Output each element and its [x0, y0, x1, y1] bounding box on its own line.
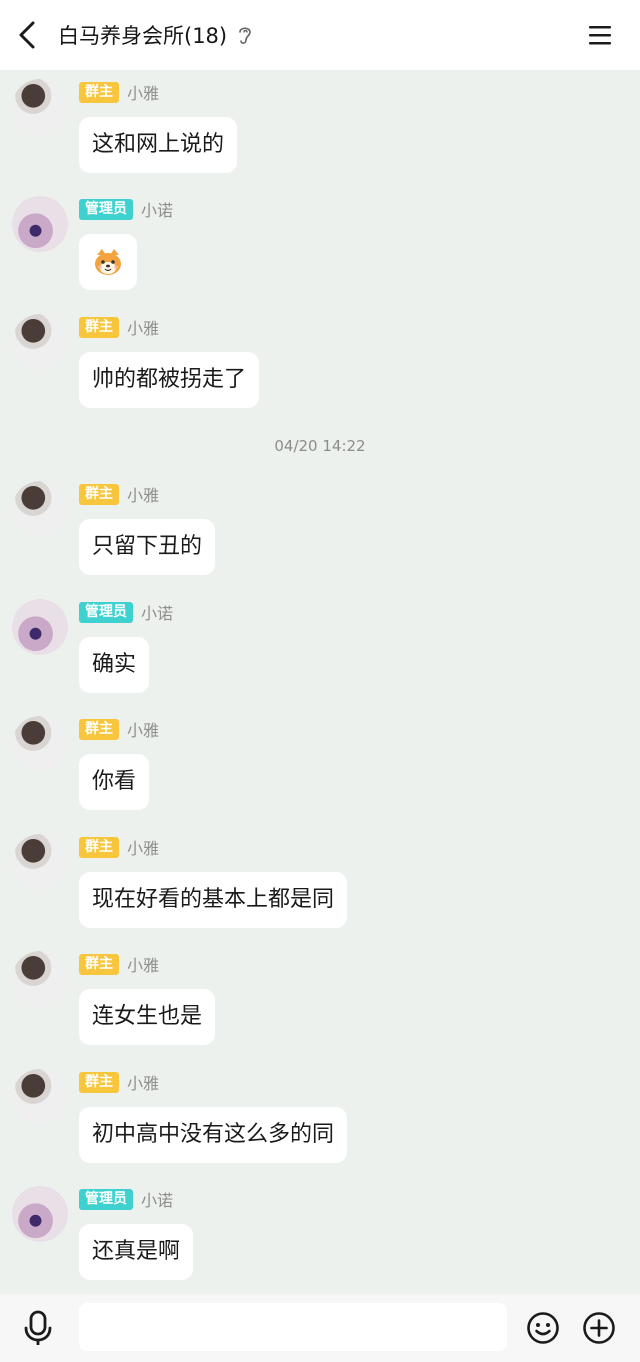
time-divider: 04/20 14:22	[274, 437, 366, 455]
group-title: 白马养身会所(18)	[58, 24, 228, 48]
message-bubble[interactable]: 只留下丑的	[79, 519, 216, 575]
message-list[interactable]: 群主 小雅 这和网上说的 管理员 小诺 群主 小雅 帅的都被拐走了 04/20 …	[0, 70, 640, 1294]
sender-meta: 群主 小雅	[79, 835, 159, 859]
sender-meta: 管理员 小诺	[79, 1187, 173, 1211]
input-bar	[0, 1294, 640, 1362]
role-badge: 管理员	[79, 601, 133, 623]
message-bubble[interactable]: 确实	[79, 637, 150, 693]
smiley-icon[interactable]	[526, 1311, 560, 1345]
sender-name: 小雅	[127, 84, 160, 103]
sender-meta: 群主 小雅	[79, 952, 159, 976]
sender-name: 小雅	[127, 319, 160, 338]
role-badge: 群主	[79, 316, 119, 338]
sender-meta: 群主 小雅	[79, 1070, 159, 1094]
message-bubble[interactable]: 现在好看的基本上都是同	[79, 872, 348, 928]
message-bubble[interactable]	[79, 234, 137, 290]
role-badge: 管理员	[79, 198, 133, 220]
sender-name: 小诺	[141, 1191, 174, 1210]
avatar[interactable]	[12, 314, 68, 370]
role-badge: 群主	[79, 483, 119, 505]
message-bubble[interactable]: 还真是啊	[79, 1224, 194, 1280]
avatar[interactable]	[12, 1186, 68, 1242]
sender-name: 小雅	[127, 1074, 160, 1093]
message-bubble[interactable]: 连女生也是	[79, 989, 216, 1045]
message-bubble[interactable]: 初中高中没有这么多的同	[79, 1107, 348, 1163]
avatar[interactable]	[12, 599, 68, 655]
plus-circle-icon[interactable]	[582, 1311, 616, 1345]
sender-meta: 管理员 小诺	[79, 600, 173, 624]
menu-icon[interactable]	[584, 20, 616, 50]
sender-name: 小雅	[127, 486, 160, 505]
avatar[interactable]	[12, 834, 68, 890]
sender-name: 小雅	[127, 956, 160, 975]
sender-name: 小诺	[141, 201, 174, 220]
message-bubble[interactable]: 这和网上说的	[79, 117, 238, 173]
avatar[interactable]	[12, 1069, 68, 1125]
sender-name: 小雅	[127, 839, 160, 858]
avatar[interactable]	[12, 79, 68, 135]
sender-meta: 群主 小雅	[79, 315, 159, 339]
avatar[interactable]	[12, 196, 68, 252]
sender-meta: 管理员 小诺	[79, 197, 173, 221]
shiba-dog-emoji-icon	[95, 249, 121, 275]
sender-meta: 群主 小雅	[79, 482, 159, 506]
back-arrow-icon[interactable]	[12, 18, 46, 52]
ear-icon	[239, 27, 251, 44]
chat-header: 白马养身会所(18)	[0, 0, 640, 70]
microphone-icon[interactable]	[20, 1309, 56, 1347]
sender-name: 小诺	[141, 604, 174, 623]
role-badge: 群主	[79, 1071, 119, 1093]
sender-name: 小雅	[127, 721, 160, 740]
avatar[interactable]	[12, 951, 68, 1007]
sender-meta: 群主 小雅	[79, 80, 159, 104]
avatar[interactable]	[12, 716, 68, 772]
sender-meta: 群主 小雅	[79, 717, 159, 741]
role-badge: 群主	[79, 81, 119, 103]
role-badge: 群主	[79, 953, 119, 975]
message-bubble[interactable]: 帅的都被拐走了	[79, 352, 260, 408]
avatar[interactable]	[12, 481, 68, 537]
title-area: 白马养身会所(18)	[58, 17, 255, 53]
role-badge: 群主	[79, 836, 119, 858]
message-bubble[interactable]: 你看	[79, 754, 150, 810]
message-input[interactable]	[79, 1303, 507, 1351]
role-badge: 管理员	[79, 1188, 133, 1210]
role-badge: 群主	[79, 718, 119, 740]
